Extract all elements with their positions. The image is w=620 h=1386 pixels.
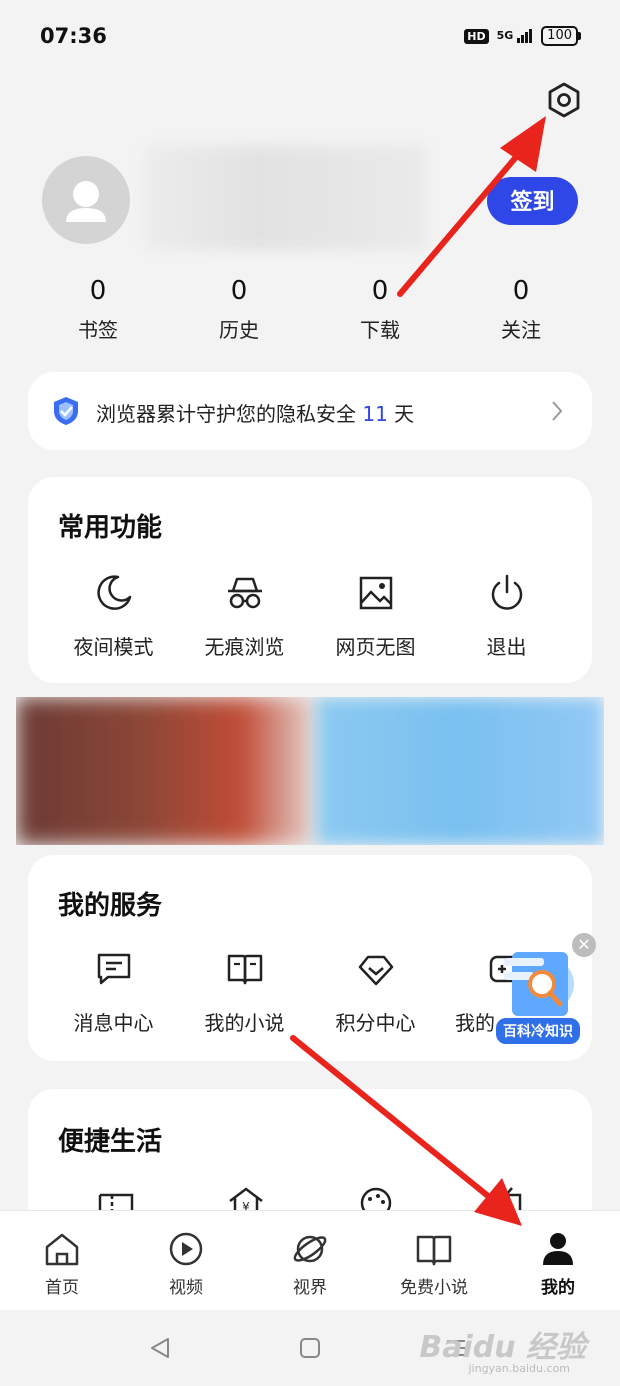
nav-label: 视界 <box>293 1278 327 1298</box>
item-label: 退出 <box>486 635 527 659</box>
ad-banner-blurred[interactable] <box>16 697 604 845</box>
stat-value: 0 <box>371 276 389 306</box>
stat-label: 关注 <box>501 318 541 342</box>
stat-downloads[interactable]: 0 下载 <box>310 276 450 343</box>
username-blurred <box>146 146 426 250</box>
nav-label: 视频 <box>169 1278 203 1298</box>
nav-label: 我的 <box>541 1278 575 1298</box>
network-type: 5G <box>496 29 514 42</box>
stat-following[interactable]: 0 关注 <box>451 276 591 343</box>
shield-icon <box>54 397 78 425</box>
person-icon <box>66 181 106 222</box>
power-icon <box>491 574 522 610</box>
stat-label: 历史 <box>219 318 259 342</box>
message-icon <box>97 953 130 985</box>
planet-icon <box>293 1235 327 1263</box>
item-label: 我的小说 <box>204 1011 285 1035</box>
diamond-icon <box>358 955 393 986</box>
banner-left-image <box>16 697 316 845</box>
watermark-text: Baidu 经验 <box>419 1330 586 1365</box>
privacy-banner[interactable]: 浏览器累计守护您的隐私安全 11 天 <box>28 372 592 450</box>
privacy-text: 浏览器累计守护您的隐私安全 11 天 <box>96 398 414 427</box>
item-label: 夜间模式 <box>73 635 154 659</box>
nav-vision[interactable]: 视界 <box>248 1211 372 1311</box>
chevron-right-icon <box>552 401 563 421</box>
moon-icon <box>96 575 131 610</box>
nav-me[interactable]: 我的 <box>496 1211 620 1311</box>
nav-label: 首页 <box>45 1278 79 1298</box>
watermark-url: jingyan.baidu.com <box>468 1362 570 1375</box>
section-title: 常用功能 <box>58 513 163 543</box>
message-center-button[interactable]: 消息中心 <box>48 949 179 1036</box>
book-icon <box>227 954 262 985</box>
avatar[interactable] <box>42 156 130 244</box>
floating-wiki-label[interactable]: 百科冷知识 <box>494 1016 582 1046</box>
home-icon <box>45 1233 79 1266</box>
privacy-days: 11 <box>362 402 388 426</box>
incognito-icon <box>227 577 262 609</box>
book-open-icon <box>416 1235 452 1266</box>
item-label: 无痕浏览 <box>204 635 285 659</box>
no-image-button[interactable]: 网页无图 <box>310 573 441 660</box>
play-icon <box>169 1232 203 1266</box>
stat-bookmarks[interactable]: 0 书签 <box>28 276 168 343</box>
privacy-suffix: 天 <box>387 402 415 426</box>
stat-label: 书签 <box>78 318 118 342</box>
hd-badge: HD <box>464 28 489 44</box>
common-functions-card: 常用功能 夜间模式 无痕浏览 网页无图 退出 <box>28 477 592 683</box>
battery-icon: 100 <box>541 26 581 46</box>
item-label: 积分中心 <box>335 1011 416 1035</box>
item-label: 网页无图 <box>335 635 416 659</box>
night-mode-button[interactable]: 夜间模式 <box>48 573 179 660</box>
my-novels-button[interactable]: 我的小说 <box>179 949 310 1036</box>
person-icon <box>543 1233 573 1265</box>
stat-history[interactable]: 0 历史 <box>169 276 309 343</box>
settings-gear-icon[interactable] <box>544 80 584 120</box>
incognito-button[interactable]: 无痕浏览 <box>179 573 310 660</box>
signal-icon: 5G <box>497 29 534 43</box>
image-icon <box>359 576 392 610</box>
item-label: 消息中心 <box>73 1011 154 1035</box>
nav-video[interactable]: 视频 <box>124 1211 248 1311</box>
banner-right-image <box>316 697 604 845</box>
bottom-nav: 首页 视频 视界 免费小说 我的 <box>0 1210 620 1311</box>
checkin-button[interactable]: 签到 <box>487 177 578 225</box>
privacy-prefix: 浏览器累计守护您的隐私安全 <box>96 402 363 426</box>
section-title: 我的服务 <box>58 891 163 921</box>
nav-free-novels[interactable]: 免费小说 <box>372 1211 496 1311</box>
close-icon[interactable]: ✕ <box>572 933 596 957</box>
status-indicators: HD 5G 100 <box>464 26 581 46</box>
stat-value: 0 <box>89 276 107 306</box>
section-title: 便捷生活 <box>58 1127 163 1157</box>
exit-button[interactable]: 退出 <box>441 573 572 660</box>
back-icon[interactable] <box>148 1336 172 1360</box>
nav-home[interactable]: 首页 <box>0 1211 124 1311</box>
points-center-button[interactable]: 积分中心 <box>310 949 441 1036</box>
stat-value: 0 <box>230 276 248 306</box>
status-time: 07:36 <box>40 24 107 48</box>
stat-value: 0 <box>512 276 530 306</box>
home-square-icon[interactable] <box>298 1336 322 1360</box>
nav-label: 免费小说 <box>400 1278 468 1298</box>
stat-label: 下载 <box>360 318 400 342</box>
